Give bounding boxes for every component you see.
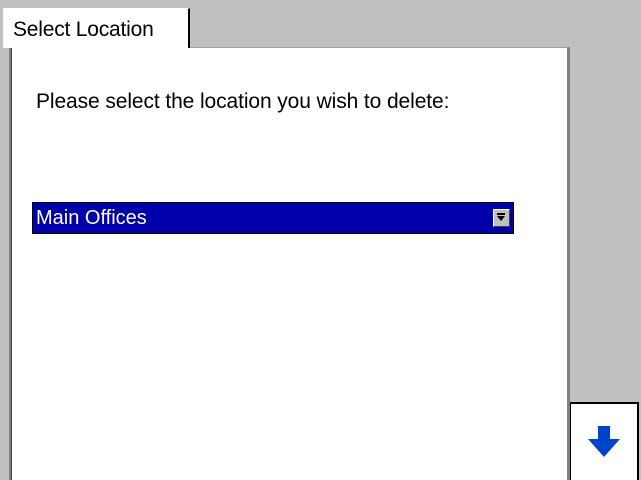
tab-label: Select Location — [13, 18, 154, 41]
panel-border — [11, 48, 12, 480]
arrow-down-icon — [588, 426, 620, 457]
location-select[interactable]: Main Offices — [32, 202, 514, 234]
dropdown-arrow-icon[interactable] — [493, 209, 510, 227]
prompt-text: Please select the location you wish to d… — [36, 90, 450, 113]
tab-select-location[interactable]: Select Location — [3, 8, 190, 48]
scroll-down-button[interactable] — [569, 402, 639, 480]
dialog-panel: Please select the location you wish to d… — [9, 47, 570, 480]
location-select-value: Main Offices — [36, 207, 147, 229]
